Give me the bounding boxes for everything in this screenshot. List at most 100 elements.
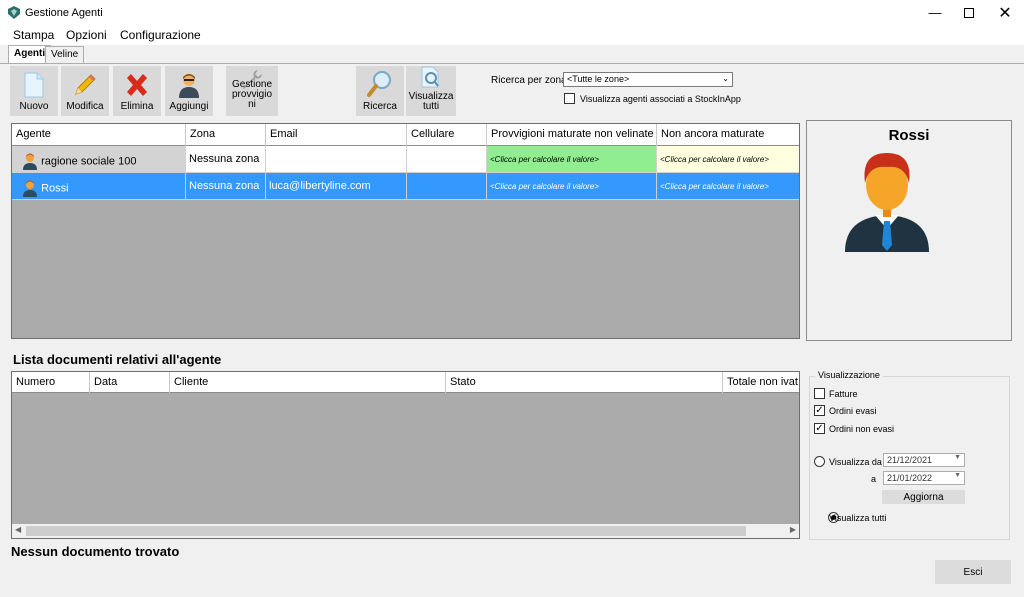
date-to-picker[interactable]: 21/01/2022 ▼: [883, 471, 965, 485]
agent-photo-panel: Rossi: [806, 120, 1012, 341]
close-button[interactable]: ✕: [988, 0, 1022, 25]
scrollbar-thumb[interactable]: [26, 526, 746, 536]
col-agente[interactable]: Agente: [12, 124, 186, 146]
col-totale[interactable]: Totale non ivat: [723, 372, 799, 393]
aggiungi-label: Aggiungi: [169, 101, 209, 112]
user-add-icon: [179, 74, 199, 98]
elimina-button[interactable]: Elimina: [113, 66, 161, 116]
magnifier-icon: [367, 71, 391, 97]
agents-table-header: Agente Zona Email Cellulare Provvigioni …: [12, 124, 799, 146]
col-cellulare[interactable]: Cellulare: [407, 124, 487, 146]
agente-name: Rossi: [41, 182, 69, 195]
stockinapp-checkbox[interactable]: [564, 93, 575, 104]
fatture-checkbox[interactable]: [814, 388, 825, 399]
menu-opzioni[interactable]: Opzioni: [66, 28, 107, 42]
view-all-icon: [421, 66, 439, 88]
cell-cellulare[interactable]: [407, 173, 487, 200]
delete-x-icon: [127, 74, 147, 96]
ordini-evasi-checkbox[interactable]: ✓: [814, 405, 825, 416]
cell-email[interactable]: [266, 146, 407, 173]
col-provvigioni[interactable]: Provvigioni maturate non velinate: [487, 124, 657, 146]
zone-select-value: <Tutte le zone>: [567, 74, 630, 84]
col-cliente[interactable]: Cliente: [170, 372, 446, 393]
ordini-non-evasi-label: Ordini non evasi: [829, 424, 895, 434]
window-title: Gestione Agenti: [25, 7, 103, 19]
visualizza-label-2: tutti: [422, 101, 440, 112]
cell-agente[interactable]: Rossi: [12, 173, 186, 200]
menu-configurazione[interactable]: Configurazione: [120, 28, 201, 42]
modifica-label: Modifica: [66, 101, 104, 112]
documents-status: Nessun documento trovato: [11, 544, 180, 559]
scroll-right-icon[interactable]: ▶: [790, 525, 796, 534]
cell-provvigioni[interactable]: <Clicca per calcolare il valore>: [487, 173, 657, 200]
chevron-down-icon: ▼: [954, 472, 961, 479]
fatture-label: Fatture: [829, 389, 858, 399]
user-icon: [23, 153, 37, 170]
tab-divider: [0, 63, 1024, 64]
ordini-evasi-label: Ordini evasi: [829, 406, 877, 416]
documents-title: Lista documenti relativi all'agente: [13, 352, 222, 367]
table-row[interactable]: ragione sociale 100 Nessuna zona <Clicca…: [12, 146, 799, 173]
aggiungi-button[interactable]: Aggiungi: [165, 66, 213, 116]
zone-label: Ricerca per zona: [491, 75, 567, 86]
elimina-label: Elimina: [120, 101, 154, 112]
maximize-icon: [964, 7, 974, 18]
cell-email[interactable]: luca@libertyline.com: [266, 173, 407, 200]
stockinapp-label: Visualizza agenti associati a StockInApp: [580, 94, 741, 104]
gestione-label-3: ni: [248, 99, 256, 110]
new-document-icon: [24, 72, 44, 98]
cell-provvigioni[interactable]: <Clicca per calcolare il valore>: [487, 146, 657, 173]
a-label: a: [871, 474, 877, 484]
visualizza-da-label: Visualizza da: [829, 457, 882, 467]
col-data[interactable]: Data: [90, 372, 170, 393]
cell-zona[interactable]: Nessuna zona: [186, 146, 266, 173]
ricerca-button[interactable]: Ricerca: [356, 66, 404, 116]
col-email[interactable]: Email: [266, 124, 407, 146]
ricerca-label: Ricerca: [363, 101, 397, 112]
cell-zona[interactable]: Nessuna zona: [186, 173, 266, 200]
gestione-provvigioni-button[interactable]: Gestione provvigio ni: [226, 66, 278, 116]
visualizza-tutti-label: Visualizza tutti: [829, 513, 887, 523]
esci-button[interactable]: Esci: [935, 560, 1011, 584]
documents-table[interactable]: Numero Data Cliente Stato Totale non iva…: [11, 371, 800, 539]
ordini-non-evasi-checkbox[interactable]: ✓: [814, 423, 825, 434]
minimize-icon: —: [928, 5, 942, 20]
documents-table-header: Numero Data Cliente Stato Totale non iva…: [12, 372, 799, 393]
date-from-value: 21/12/2021: [887, 455, 933, 465]
agent-avatar-icon: [845, 153, 929, 252]
pencil-icon: [75, 74, 96, 95]
zone-select[interactable]: <Tutte le zone> ⌄: [563, 72, 733, 87]
modifica-button[interactable]: Modifica: [61, 66, 109, 116]
app-icon: [8, 6, 20, 19]
agente-name: ragione sociale 100: [41, 155, 137, 168]
chevron-down-icon: ⌄: [722, 74, 729, 83]
chevron-down-icon: ▼: [954, 454, 961, 461]
horizontal-scrollbar[interactable]: ◀ ▶: [12, 524, 799, 538]
visualizza-da-radio[interactable]: [814, 456, 825, 467]
cell-non-maturate[interactable]: <Clicca per calcolare il valore>: [657, 146, 799, 173]
col-zona[interactable]: Zona: [186, 124, 266, 146]
col-stato[interactable]: Stato: [446, 372, 723, 393]
minimize-button[interactable]: —: [918, 0, 952, 25]
nuovo-button[interactable]: Nuovo: [10, 66, 58, 116]
table-row-selected[interactable]: Rossi Nessuna zona luca@libertyline.com …: [12, 173, 799, 200]
nuovo-label: Nuovo: [19, 101, 49, 112]
menu-stampa[interactable]: Stampa: [13, 28, 54, 42]
view-options-title: Visualizzazione: [815, 370, 883, 380]
visualizza-tutti-button[interactable]: Visualizza tutti: [406, 66, 456, 116]
cell-agente[interactable]: ragione sociale 100: [12, 146, 186, 173]
col-non-maturate[interactable]: Non ancora maturate: [657, 124, 799, 146]
col-numero[interactable]: Numero: [12, 372, 90, 393]
agent-photo-name: Rossi: [888, 127, 930, 144]
date-from-picker[interactable]: 21/12/2021 ▼: [883, 453, 965, 467]
user-icon: [23, 180, 37, 197]
maximize-button[interactable]: [952, 0, 986, 25]
tab-veline[interactable]: Veline: [45, 46, 85, 63]
scroll-left-icon[interactable]: ◀: [15, 525, 21, 534]
aggiorna-button[interactable]: Aggiorna: [882, 490, 965, 504]
close-icon: ✕: [998, 4, 1012, 22]
date-to-value: 21/01/2022: [887, 473, 933, 483]
agents-table[interactable]: Agente Zona Email Cellulare Provvigioni …: [11, 123, 800, 339]
cell-non-maturate[interactable]: <Clicca per calcolare il valore>: [657, 173, 799, 200]
cell-cellulare[interactable]: [407, 146, 487, 173]
